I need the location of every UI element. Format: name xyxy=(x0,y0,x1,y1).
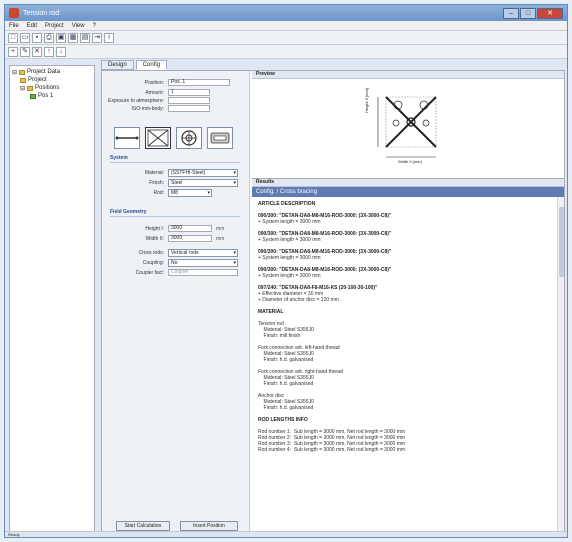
results-title: Config. / Cross bracing xyxy=(252,187,564,197)
folder-icon xyxy=(20,77,26,83)
finish-select[interactable]: Steel xyxy=(168,179,238,187)
height-input[interactable]: 3000 xyxy=(168,225,212,232)
iso-input[interactable] xyxy=(168,105,210,112)
coupler-row: Coupler fact: Coupler xyxy=(106,269,238,276)
maximize-button[interactable]: □ xyxy=(520,7,536,19)
export-icon[interactable]: ⇥ xyxy=(92,32,102,43)
cross-rods-row: Cross rods: Vertical rods xyxy=(106,249,238,257)
scroll-thumb[interactable] xyxy=(559,207,564,277)
ring-connector-icon[interactable] xyxy=(176,127,202,149)
exposure-input[interactable] xyxy=(168,97,210,104)
single-rod-icon[interactable] xyxy=(114,127,140,149)
results-text: ARTICLE DESCRIPTION 090/300: "DETAN-DA8-M… xyxy=(252,197,556,532)
minus-icon[interactable]: ⊟ xyxy=(20,85,25,92)
folder-icon xyxy=(19,69,26,75)
iso-row: ISO-mm-body: xyxy=(106,105,210,112)
close-button[interactable]: ✕ xyxy=(537,7,563,19)
menu-edit[interactable]: Edit xyxy=(27,23,37,29)
menu-bar: File Edit Project View ? xyxy=(5,21,567,31)
results-scrollbar[interactable] xyxy=(557,197,564,532)
amount-row: Amount: 1 xyxy=(106,89,210,96)
rod-select[interactable]: M8 xyxy=(168,189,212,197)
start-calculation-button[interactable]: Start Calculation xyxy=(116,521,170,531)
exposure-row: Exposure to atmosphere: xyxy=(106,97,210,104)
material-select[interactable]: (SSTFHI-Steel) xyxy=(168,169,238,177)
secondary-toolbar: + ✎ ✕ ↑ ↓ xyxy=(5,45,567,59)
menu-help[interactable]: ? xyxy=(93,23,96,29)
title-bar: Tension rod – □ ✕ xyxy=(5,5,567,21)
cross-bracing-drawing xyxy=(377,96,437,158)
tab-design[interactable]: Design xyxy=(101,60,134,70)
project-tree: ⊟ Project Data Project ⊟ Positions Pos 1 xyxy=(9,65,95,533)
system-section-title: System xyxy=(110,155,128,161)
results-header: Results xyxy=(252,179,564,187)
grid-icon[interactable]: ▤ xyxy=(80,32,90,43)
results-pane: Results Config. / Cross bracing ARTICLE … xyxy=(252,179,564,532)
geometry-section-title: Field Geometry xyxy=(110,209,147,215)
height-row: Height I: 3000 mm xyxy=(145,225,225,232)
up-icon[interactable]: ↑ xyxy=(44,46,54,57)
menu-view[interactable]: View xyxy=(72,23,85,29)
right-panel: Preview Height II [mm] Width II [mm] Res… xyxy=(252,71,564,532)
main-toolbar: □ ▭ ▪ ⎙ ▣ ▦ ▤ ⇥ i xyxy=(5,31,567,45)
delete-icon[interactable]: ✕ xyxy=(32,46,42,57)
bracing-type-selector xyxy=(114,127,233,149)
position-input[interactable]: Pos. 1 xyxy=(168,79,230,86)
add-icon[interactable]: + xyxy=(8,46,18,57)
tree-item-positions[interactable]: ⊟ Positions xyxy=(12,84,92,92)
coupler-input[interactable]: Coupler xyxy=(168,269,238,276)
minus-icon[interactable]: ⊟ xyxy=(12,69,17,76)
cross-rods-select[interactable]: Vertical rods xyxy=(168,249,238,257)
rod-row: Rod: M8 xyxy=(106,189,212,197)
app-icon xyxy=(9,8,19,18)
cross-bracing-icon[interactable] xyxy=(145,127,171,149)
info-icon[interactable]: i xyxy=(104,32,114,43)
window-title: Tension rod xyxy=(23,9,60,17)
amount-input[interactable]: 1 xyxy=(168,89,210,96)
fork-connector-icon[interactable] xyxy=(207,127,233,149)
down-icon[interactable]: ↓ xyxy=(56,46,66,57)
edit-icon[interactable]: ✎ xyxy=(20,46,30,57)
new-file-icon[interactable]: □ xyxy=(8,32,18,43)
save-icon[interactable]: ▪ xyxy=(32,32,42,43)
calc-icon[interactable]: ▦ xyxy=(68,32,78,43)
menu-project[interactable]: Project xyxy=(45,23,64,29)
height-dimension-label: Height II [mm] xyxy=(364,88,369,113)
finish-row: Finish: Steel xyxy=(106,179,238,187)
status-bar: Ready xyxy=(5,531,567,537)
folder-icon xyxy=(27,85,34,91)
position-row: Position: Pos. 1 xyxy=(106,79,230,86)
divider xyxy=(110,162,240,163)
config-form: Position: Pos. 1 Amount: 1 Exposure to a… xyxy=(102,71,250,532)
tree-item-pos1[interactable]: Pos 1 xyxy=(12,92,92,100)
tree-item-project[interactable]: Project xyxy=(12,76,92,84)
app-window: Tension rod – □ ✕ File Edit Project View… xyxy=(4,4,568,538)
tree-item-project-data[interactable]: ⊟ Project Data xyxy=(12,68,92,76)
insert-position-button[interactable]: Insert Position xyxy=(180,521,238,531)
material-row: Material: (SSTFHI-Steel) xyxy=(106,169,238,177)
coupling-select[interactable]: No xyxy=(168,259,238,267)
open-folder-icon[interactable]: ▭ xyxy=(20,32,30,43)
minimize-button[interactable]: – xyxy=(503,7,519,19)
width-dimension-label: Width II [mm] xyxy=(398,159,422,164)
width-input[interactable]: 3000 xyxy=(168,235,212,242)
preview-header: Preview xyxy=(252,71,564,79)
result-line: Rod number 4: Sub length = 3000 mm, Net … xyxy=(258,447,406,453)
divider xyxy=(110,216,240,217)
print-icon[interactable]: ⎙ xyxy=(44,32,54,43)
position-icon xyxy=(30,93,36,99)
menu-file[interactable]: File xyxy=(9,23,19,29)
coupling-row: Coupling: No xyxy=(106,259,238,267)
window-controls: – □ ✕ xyxy=(503,7,563,19)
preview-icon[interactable]: ▣ xyxy=(56,32,66,43)
preview-pane: Preview Height II [mm] Width II [mm] xyxy=(252,71,564,179)
tab-bar: Design Config xyxy=(101,60,168,70)
tab-config[interactable]: Config xyxy=(135,60,168,70)
main-panel: Position: Pos. 1 Amount: 1 Exposure to a… xyxy=(101,70,565,533)
width-row: Width II: 3000 mm xyxy=(145,235,225,242)
